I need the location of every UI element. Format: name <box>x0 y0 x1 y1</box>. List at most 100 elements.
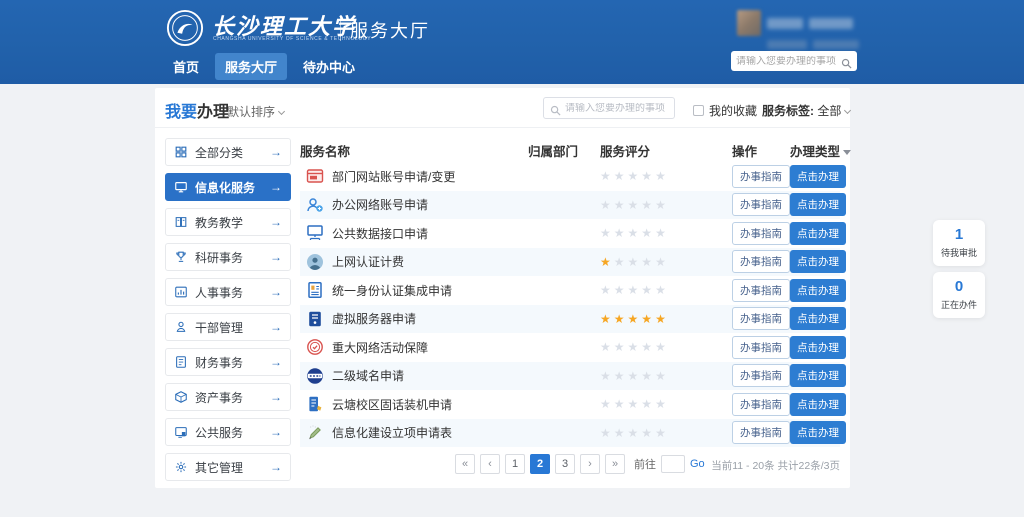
star-icon: ★ <box>600 340 614 354</box>
service-name[interactable]: 统一身份认证集成申请 <box>332 282 452 299</box>
sidebar-item-人事事务[interactable]: 人事事务→ <box>165 278 291 306</box>
column-header-办理类型[interactable]: 办理类型 <box>790 141 840 160</box>
my-favorites-filter[interactable]: 我的收藏 <box>693 102 757 119</box>
guide-button[interactable]: 办事指南 <box>732 250 790 273</box>
quick-stat-正在办件[interactable]: 0正在办件 <box>933 272 985 318</box>
nav-tab-待办中心[interactable]: 待办中心 <box>293 53 365 80</box>
category-sidebar: 全部分类→信息化服务→教务教学→科研事务→人事事务→干部管理→财务事务→资产事务… <box>165 138 291 488</box>
service-name[interactable]: 上网认证计费 <box>332 253 404 270</box>
apply-button[interactable]: 点击办理 <box>790 364 846 387</box>
apply-button[interactable]: 点击办理 <box>790 222 846 245</box>
page-button-2[interactable]: 2 <box>530 454 550 474</box>
goto-page-input[interactable] <box>661 455 685 473</box>
sidebar-item-信息化服务[interactable]: 信息化服务→ <box>165 173 291 201</box>
sidebar-item-label: 全部分类 <box>195 144 243 161</box>
operation-cell: 办事指南 <box>732 165 790 188</box>
sidebar-item-label: 信息化服务 <box>195 179 255 196</box>
sidebar-item-干部管理[interactable]: 干部管理→ <box>165 313 291 341</box>
table-row: 上网认证计费★★★★★办事指南点击办理 <box>300 248 840 277</box>
star-icon: ★ <box>628 169 642 183</box>
guide-button[interactable]: 办事指南 <box>732 421 790 444</box>
star-icon: ★ <box>655 226 669 240</box>
user-name-redacted <box>767 18 803 29</box>
apply-button[interactable]: 点击办理 <box>790 336 846 359</box>
service-search-input[interactable] <box>565 103 668 114</box>
service-name[interactable]: 公共数据接口申请 <box>332 225 428 242</box>
star-icon: ★ <box>600 226 614 240</box>
goto-label: 前往 <box>634 456 656 472</box>
nav-tab-首页[interactable]: 首页 <box>163 53 209 80</box>
apply-button[interactable]: 点击办理 <box>790 250 846 273</box>
guide-button[interactable]: 办事指南 <box>732 165 790 188</box>
avatar[interactable] <box>737 10 761 36</box>
service-search[interactable] <box>543 97 675 119</box>
apply-button[interactable]: 点击办理 <box>790 421 846 444</box>
quick-stat-待我审批[interactable]: 1待我审批 <box>933 220 985 266</box>
operation-cell: 办事指南 <box>732 421 790 444</box>
guide-button[interactable]: 办事指南 <box>732 279 790 302</box>
service-tag-dropdown[interactable]: 服务标签: 全部 <box>762 102 850 119</box>
service-name[interactable]: 云塘校区固话装机申请 <box>332 396 452 413</box>
go-button[interactable]: Go <box>690 458 705 470</box>
service-name[interactable]: 虚拟服务器申请 <box>332 310 416 327</box>
operation-cell: 办事指南 <box>732 193 790 216</box>
main-nav: 首页服务大厅待办中心 <box>163 53 365 80</box>
table-row: 办公网络账号申请★★★★★办事指南点击办理 <box>300 191 840 220</box>
service-name[interactable]: 部门网站账号申请/变更 <box>332 168 455 185</box>
service-name[interactable]: 信息化建设立项申请表 <box>332 424 452 441</box>
apply-cell: 点击办理 <box>790 307 840 330</box>
service-name-cell: 重大网络活动保障 <box>300 338 528 356</box>
operation-cell: 办事指南 <box>732 279 790 302</box>
apply-button[interactable]: 点击办理 <box>790 279 846 302</box>
last-page-button[interactable]: » <box>605 454 625 474</box>
first-page-button[interactable]: « <box>455 454 475 474</box>
apply-button[interactable]: 点击办理 <box>790 165 846 188</box>
sidebar-item-公共服务[interactable]: 公共服务→ <box>165 418 291 446</box>
arrow-right-icon: → <box>270 285 282 299</box>
guide-button[interactable]: 办事指南 <box>732 307 790 330</box>
service-rating: ★★★★★ <box>600 340 732 354</box>
page-button-3[interactable]: 3 <box>555 454 575 474</box>
star-icon: ★ <box>614 340 628 354</box>
star-icon: ★ <box>614 369 628 383</box>
pagination-summary: 当前11 - 20条 共计22条/3页 <box>711 458 840 473</box>
sort-dropdown[interactable]: 默认排序 <box>227 103 284 120</box>
sidebar-item-财务事务[interactable]: 财务事务→ <box>165 348 291 376</box>
star-icon: ★ <box>614 283 628 297</box>
favorites-label: 我的收藏 <box>709 102 757 119</box>
guide-button[interactable]: 办事指南 <box>732 193 790 216</box>
sidebar-item-label: 科研事务 <box>195 249 243 266</box>
sidebar-item-其它管理[interactable]: 其它管理→ <box>165 453 291 481</box>
guide-button[interactable]: 办事指南 <box>732 222 790 245</box>
grid-icon <box>174 145 188 159</box>
browser-red-icon <box>306 167 324 185</box>
guide-button[interactable]: 办事指南 <box>732 364 790 387</box>
apply-button[interactable]: 点击办理 <box>790 393 846 416</box>
sidebar-item-科研事务[interactable]: 科研事务→ <box>165 243 291 271</box>
apply-button[interactable]: 点击办理 <box>790 307 846 330</box>
sidebar-item-全部分类[interactable]: 全部分类→ <box>165 138 291 166</box>
header-search-input[interactable] <box>736 56 841 67</box>
operation-cell: 办事指南 <box>732 336 790 359</box>
apply-button[interactable]: 点击办理 <box>790 193 846 216</box>
favorites-checkbox[interactable] <box>693 105 704 116</box>
service-name[interactable]: 办公网络账号申请 <box>332 196 428 213</box>
sidebar-item-资产事务[interactable]: 资产事务→ <box>165 383 291 411</box>
service-table: 部门网站账号申请/变更★★★★★办事指南点击办理办公网络账号申请★★★★★办事指… <box>300 162 840 447</box>
next-page-button[interactable]: › <box>580 454 600 474</box>
guide-button[interactable]: 办事指南 <box>732 336 790 359</box>
guide-button[interactable]: 办事指南 <box>732 393 790 416</box>
service-name[interactable]: 重大网络活动保障 <box>332 339 428 356</box>
sidebar-item-教务教学[interactable]: 教务教学→ <box>165 208 291 236</box>
header-search[interactable] <box>731 51 857 71</box>
search-icon <box>550 103 561 114</box>
user-info[interactable] <box>737 10 887 53</box>
service-name[interactable]: 二级域名申请 <box>332 367 404 384</box>
search-icon[interactable] <box>841 56 852 67</box>
nav-tab-服务大厅[interactable]: 服务大厅 <box>215 53 287 80</box>
stat-label: 正在办件 <box>935 298 983 311</box>
arrow-right-icon: → <box>270 425 282 439</box>
stat-value: 1 <box>935 226 983 243</box>
prev-page-button[interactable]: ‹ <box>480 454 500 474</box>
page-button-1[interactable]: 1 <box>505 454 525 474</box>
